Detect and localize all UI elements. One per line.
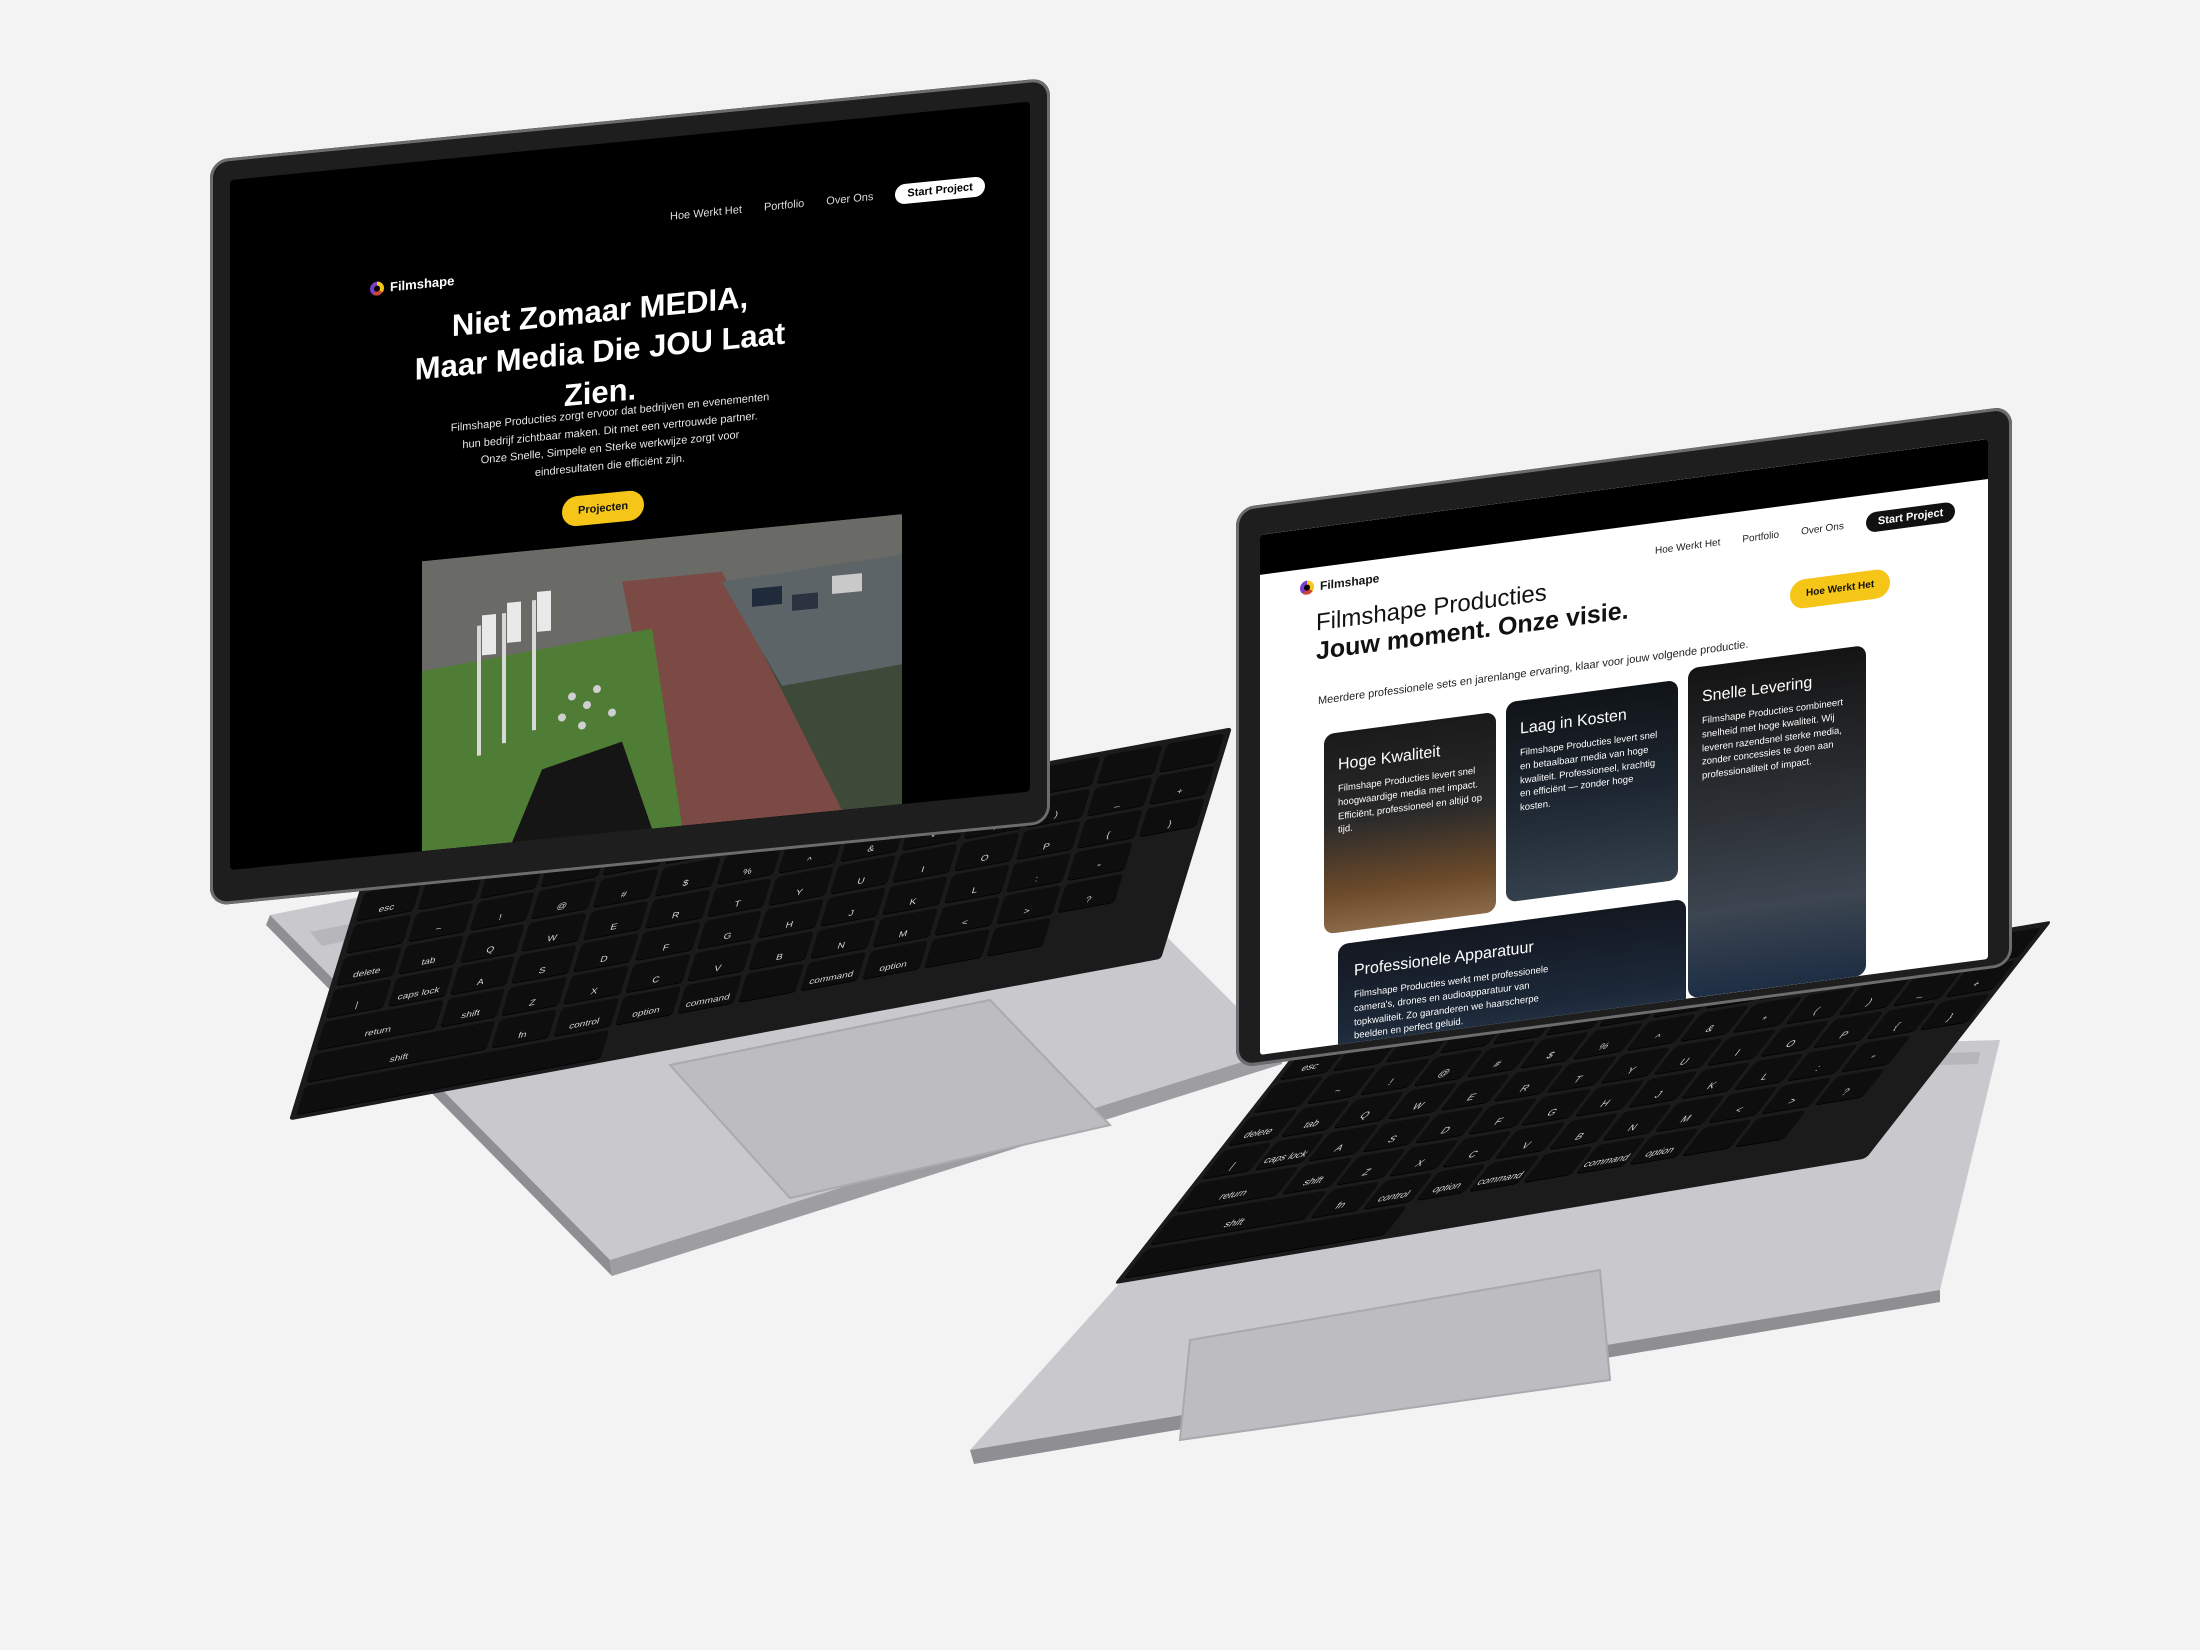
key[interactable]: X <box>563 965 629 1005</box>
key[interactable]: S <box>511 944 577 984</box>
site-nav: Hoe Werkt Het Portfolio Over Ons Start P… <box>670 176 985 227</box>
key[interactable]: : <box>1005 852 1072 892</box>
key[interactable] <box>738 963 805 1002</box>
key[interactable]: } <box>1139 797 1205 837</box>
brand-name: Filmshape <box>390 273 455 295</box>
key[interactable]: + <box>1149 765 1215 805</box>
key[interactable]: option <box>615 986 681 1025</box>
key[interactable]: # <box>593 868 659 908</box>
laptop-left-lid: Filmshape Hoe Werkt Het Portfolio Over O… <box>210 77 1050 907</box>
key[interactable]: ? <box>1057 873 1124 913</box>
key[interactable]: caps lock <box>387 967 454 1007</box>
key[interactable]: Q <box>459 923 526 963</box>
feature-card-hoge-kwaliteit[interactable]: Hoge Kwaliteit Filmshape Producties leve… <box>1324 711 1496 935</box>
card-text: Filmshape Producties levert snel en beta… <box>1520 729 1658 814</box>
key[interactable]: W <box>521 912 587 951</box>
key[interactable]: A <box>449 956 516 995</box>
site-logo[interactable]: Filmshape <box>1300 571 1380 596</box>
key[interactable]: L <box>944 864 1010 904</box>
key[interactable]: O <box>953 832 1020 871</box>
key[interactable]: H <box>758 898 825 938</box>
card-text: Filmshape Producties combineert snelheid… <box>1702 697 1843 782</box>
hoe-werkt-het-button[interactable]: Hoe Werkt Het <box>1790 567 1891 611</box>
key[interactable]: ! <box>469 891 535 931</box>
key[interactable]: > <box>995 885 1062 924</box>
nav-link-hoe-werkt-het[interactable]: Hoe Werkt Het <box>670 204 742 223</box>
key[interactable]: C <box>625 953 691 993</box>
key[interactable]: M <box>872 908 938 947</box>
nav-link-over-ons[interactable]: Over Ons <box>826 191 873 208</box>
key[interactable]: < <box>934 896 1000 936</box>
feature-card-laag-in-kosten[interactable]: Laag in Kosten Filmshape Producties leve… <box>1506 679 1678 903</box>
key[interactable]: N <box>810 919 877 959</box>
filmshape-logo-icon <box>1300 579 1314 596</box>
key[interactable]: E <box>583 900 649 940</box>
key[interactable]: { <box>1077 809 1143 848</box>
site-logo[interactable]: Filmshape <box>370 273 454 296</box>
key[interactable]: command <box>800 951 867 991</box>
laptop-right-lid: Filmshape Hoe Werkt Het Portfolio Over O… <box>1236 405 2012 1069</box>
key[interactable]: shift <box>439 988 506 1027</box>
key[interactable]: B <box>748 931 815 970</box>
key[interactable]: command <box>677 974 743 1014</box>
key[interactable]: I <box>892 843 958 883</box>
key[interactable]: J <box>820 887 886 926</box>
nav-link-hoe-werkt-het[interactable]: Hoe Werkt Het <box>1655 537 1720 557</box>
key[interactable]: $ <box>654 857 721 896</box>
nav-link-over-ons[interactable]: Over Ons <box>1801 520 1844 537</box>
start-project-button[interactable]: Start Project <box>895 176 985 205</box>
key[interactable]: ~ <box>407 903 474 942</box>
projecten-button[interactable]: Projecten <box>562 489 645 528</box>
key[interactable]: G <box>696 910 763 949</box>
key[interactable]: U <box>830 855 896 894</box>
key[interactable]: @ <box>531 880 597 919</box>
key[interactable]: _ <box>1087 777 1153 816</box>
key[interactable]: P <box>1015 820 1082 860</box>
key[interactable]: R <box>645 889 711 929</box>
laptop-right-screen: Filmshape Hoe Werkt Het Portfolio Over O… <box>1260 438 1988 1055</box>
nav-link-portfolio[interactable]: Portfolio <box>1742 529 1779 545</box>
key[interactable] <box>345 914 412 954</box>
key[interactable]: D <box>573 933 639 972</box>
key[interactable]: option <box>862 940 928 980</box>
brand-name: Filmshape <box>1320 571 1380 593</box>
card-text: Filmshape Producties levert snel hoogwaa… <box>1338 765 1482 836</box>
filmshape-logo-icon <box>370 280 384 296</box>
key[interactable] <box>986 917 1052 957</box>
key[interactable] <box>1097 744 1163 784</box>
key[interactable]: Z <box>501 976 568 1016</box>
key[interactable] <box>924 928 990 968</box>
key[interactable]: F <box>635 921 701 961</box>
key[interactable]: K <box>882 875 948 915</box>
key[interactable]: control <box>553 997 619 1037</box>
key[interactable]: V <box>687 942 753 982</box>
nav-link-portfolio[interactable]: Portfolio <box>764 198 804 214</box>
feature-card-snelle-levering[interactable]: Snelle Levering Filmshape Producties com… <box>1688 645 1866 999</box>
key[interactable]: delete <box>336 946 402 986</box>
key[interactable]: " <box>1067 841 1134 881</box>
laptop-left-screen: Filmshape Hoe Werkt Het Portfolio Over O… <box>230 101 1030 871</box>
key[interactable]: T <box>706 878 773 917</box>
key[interactable] <box>1159 733 1225 772</box>
hero-aerial-photo <box>422 514 902 852</box>
key[interactable]: tab <box>397 935 464 974</box>
start-project-button[interactable]: Start Project <box>1865 501 1956 534</box>
